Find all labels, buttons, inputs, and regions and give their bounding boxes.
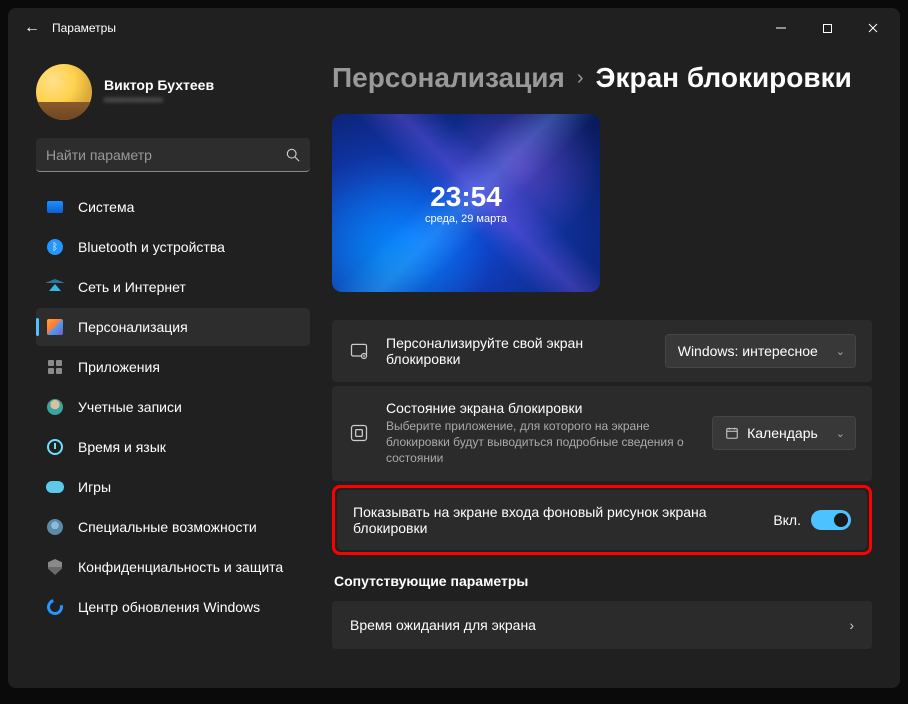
card-title: Состояние экрана блокировки [386, 400, 696, 416]
status-icon [348, 422, 370, 444]
apps-icon [46, 358, 64, 376]
sidebar-item-accessibility[interactable]: Специальные возможности [36, 508, 310, 546]
sidebar-item-label: Персонализация [78, 319, 188, 335]
sidebar-item-accounts[interactable]: Учетные записи [36, 388, 310, 426]
sidebar-item-network[interactable]: Сеть и Интернет [36, 268, 310, 306]
dropdown-value: Windows: интересное [678, 343, 818, 359]
sidebar-item-label: Сеть и Интернет [78, 279, 186, 295]
update-icon [46, 598, 64, 616]
shield-icon [46, 558, 64, 576]
sidebar-item-label: Система [78, 199, 134, 215]
dropdown-value: Календарь [725, 425, 818, 441]
sidebar: Виктор Бухтеев •••••••••••••• Система ᛒ … [8, 48, 318, 688]
content: Персонализация › Экран блокировки 23:54 … [318, 48, 900, 688]
sidebar-item-update[interactable]: Центр обновления Windows [36, 588, 310, 626]
titlebar: ← Параметры [8, 8, 900, 48]
link-label: Время ожидания для экрана [350, 617, 536, 633]
wifi-icon [46, 278, 64, 296]
sidebar-item-personalization[interactable]: Персонализация [36, 308, 310, 346]
nav: Система ᛒ Bluetooth и устройства Сеть и … [36, 188, 310, 626]
clock-icon [46, 438, 64, 456]
bluetooth-icon: ᛒ [46, 238, 64, 256]
sidebar-item-label: Приложения [78, 359, 160, 375]
chevron-right-icon: › [849, 617, 854, 633]
account-icon [46, 398, 64, 416]
card-title: Показывать на экране входа фоновый рисун… [353, 504, 757, 536]
signin-background-toggle[interactable] [811, 510, 851, 530]
card-personalize-lockscreen[interactable]: Персонализируйте свой экран блокировки W… [332, 320, 872, 382]
accessibility-icon [46, 518, 64, 536]
preview-time: 23:54 [430, 181, 502, 213]
sidebar-item-time[interactable]: Время и язык [36, 428, 310, 466]
card-lockscreen-status[interactable]: Состояние экрана блокировки Выберите при… [332, 386, 872, 481]
preview-date: среда, 29 марта [425, 213, 507, 225]
search-input[interactable] [46, 147, 286, 163]
lockscreen-preview: 23:54 среда, 29 марта [332, 114, 600, 292]
profile[interactable]: Виктор Бухтеев •••••••••••••• [36, 56, 310, 138]
sidebar-item-label: Время и язык [78, 439, 166, 455]
link-screen-timeout[interactable]: Время ожидания для экрана › [332, 601, 872, 649]
lockscreen-type-dropdown[interactable]: Windows: интересное ⌄ [665, 334, 856, 368]
sidebar-item-label: Специальные возможности [78, 519, 257, 535]
card-subtitle: Выберите приложение, для которого на экр… [386, 418, 696, 467]
search-box[interactable] [36, 138, 310, 172]
window-title: Параметры [52, 21, 758, 35]
card-title: Персонализируйте свой экран блокировки [386, 335, 649, 367]
profile-name: Виктор Бухтеев [104, 77, 214, 93]
close-button[interactable] [850, 12, 896, 44]
chevron-down-icon: ⌄ [836, 345, 845, 358]
sidebar-item-bluetooth[interactable]: ᛒ Bluetooth и устройства [36, 228, 310, 266]
status-app-dropdown[interactable]: Календарь ⌄ [712, 416, 856, 450]
page-title: Экран блокировки [596, 62, 852, 94]
sidebar-item-label: Игры [78, 479, 111, 495]
sidebar-item-label: Центр обновления Windows [78, 599, 260, 615]
settings-window: ← Параметры Виктор Бухтеев •••••••••••••… [8, 8, 900, 688]
card-signin-background[interactable]: Показывать на экране входа фоновый рисун… [337, 490, 867, 550]
sidebar-item-privacy[interactable]: Конфиденциальность и защита [36, 548, 310, 586]
personalization-icon [46, 318, 64, 336]
sidebar-item-label: Учетные записи [78, 399, 182, 415]
profile-email: •••••••••••••• [104, 93, 214, 107]
related-heading: Сопутствующие параметры [334, 573, 872, 589]
sidebar-item-system[interactable]: Система [36, 188, 310, 226]
sidebar-item-apps[interactable]: Приложения [36, 348, 310, 386]
picture-icon [348, 340, 370, 362]
back-button[interactable]: ← [12, 19, 52, 37]
calendar-icon [725, 426, 739, 440]
sidebar-item-label: Bluetooth и устройства [78, 239, 225, 255]
avatar [36, 64, 92, 120]
toggle-state: Вкл. [773, 512, 801, 528]
search-icon [286, 148, 300, 162]
minimize-button[interactable] [758, 12, 804, 44]
breadcrumb: Персонализация › Экран блокировки [332, 62, 872, 94]
breadcrumb-parent[interactable]: Персонализация [332, 62, 565, 94]
gamepad-icon [46, 478, 64, 496]
chevron-down-icon: ⌄ [836, 427, 845, 440]
highlighted-setting: Показывать на экране входа фоновый рисун… [332, 485, 872, 555]
system-icon [46, 198, 64, 216]
maximize-button[interactable] [804, 12, 850, 44]
sidebar-item-label: Конфиденциальность и защита [78, 559, 283, 575]
sidebar-item-gaming[interactable]: Игры [36, 468, 310, 506]
chevron-right-icon: › [577, 67, 584, 90]
